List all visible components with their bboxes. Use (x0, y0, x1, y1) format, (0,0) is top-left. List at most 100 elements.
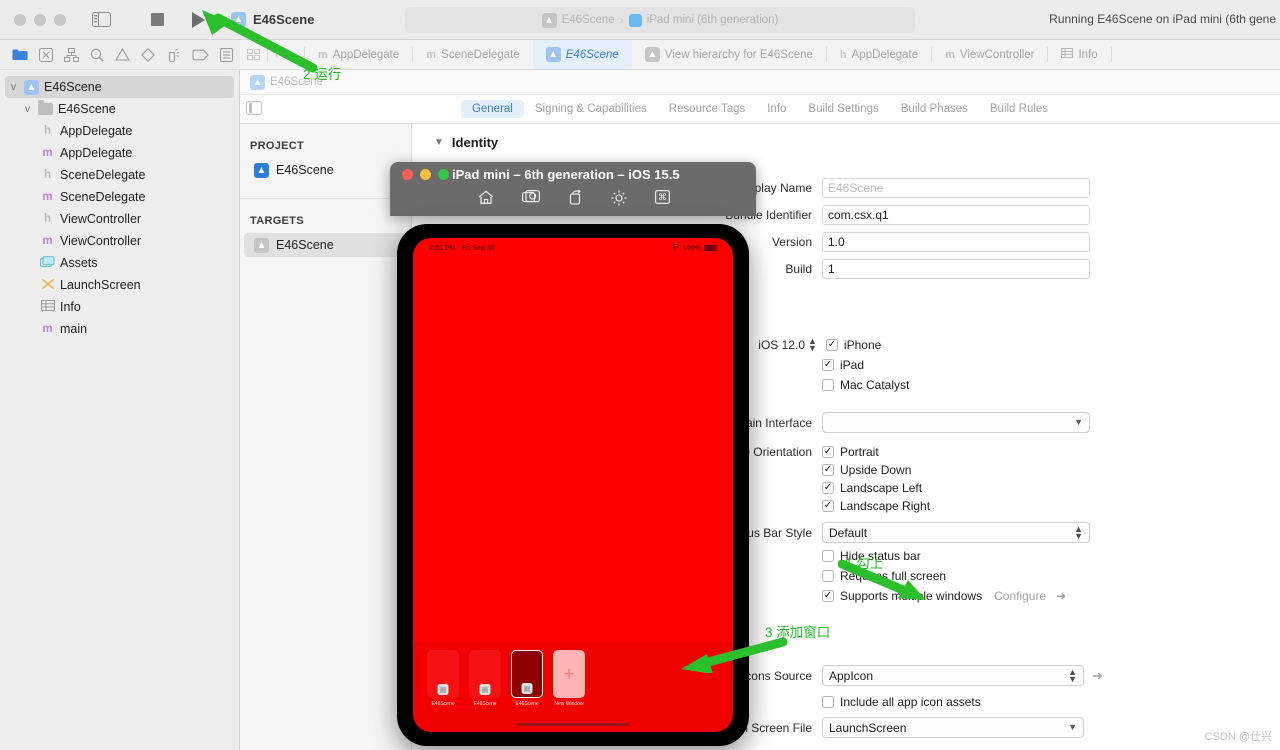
bundle-identifier-input[interactable]: com.csx.q1 (822, 205, 1090, 225)
device-iphone-checkbox-row[interactable]: ✓ iPhone (825, 338, 882, 352)
window-card[interactable]: ▦ (427, 650, 459, 698)
app-icons-goto-icon[interactable]: ➜ (1092, 668, 1103, 684)
app-icons-source-select[interactable]: AppIcon ▲ ▼ (822, 665, 1084, 686)
stepper-icon[interactable]: ▲ ▼ (808, 337, 817, 353)
checkbox-include-all-app-icon-assets[interactable] (822, 696, 834, 708)
status-bar-style-select[interactable]: Default ▲ ▼ (822, 522, 1090, 543)
editor-tab-label: E46Scene (565, 48, 619, 61)
device-mac-catalyst-checkbox-row[interactable]: Mac Catalyst (822, 378, 909, 392)
orientation-landscape-left-row[interactable]: ✓ Landscape Left (822, 481, 922, 495)
configure-arrow-icon[interactable]: ➜ (1056, 589, 1066, 603)
tree-item-group[interactable]: v E46Scene (0, 98, 239, 120)
checkbox-ipad[interactable]: ✓ (822, 359, 834, 371)
include-all-icons-row[interactable]: Include all app icon assets (822, 695, 981, 709)
debug-navigator-icon[interactable] (166, 48, 181, 62)
symbol-navigator-icon[interactable] (64, 47, 79, 62)
switcher-new-window-item[interactable]: + New Window (553, 650, 585, 707)
device-iphone-label: iPhone (843, 338, 882, 352)
switcher-card-item[interactable]: ▦ E46Scene (469, 650, 501, 707)
tree-item-file[interactable]: m SceneDelegate (0, 186, 239, 208)
window-card[interactable]: ▦ (469, 650, 501, 698)
tree-item-file[interactable]: h SceneDelegate (0, 164, 239, 186)
close-window-button[interactable] (14, 13, 26, 26)
tree-item-file[interactable]: m AppDelegate (0, 142, 239, 164)
version-input[interactable]: 1.0 (822, 232, 1090, 252)
stop-icon[interactable] (151, 13, 164, 26)
switcher-card-item[interactable]: ▦ E46Scene (427, 650, 459, 707)
new-window-card[interactable]: + (553, 650, 585, 698)
display-name-input[interactable]: E46Scene (822, 178, 1090, 198)
tree-item-file[interactable]: h ViewController (0, 208, 239, 230)
identity-section-header[interactable]: ▼ Identity (412, 124, 1280, 150)
stepper-icon[interactable]: ▲ ▼ (1068, 667, 1077, 683)
tab-build-phases[interactable]: Build Phases (890, 100, 979, 118)
project-section-header: PROJECT (250, 140, 305, 152)
checkbox-mac-catalyst[interactable] (822, 379, 834, 391)
find-navigator-icon[interactable] (90, 48, 104, 62)
screenshot-icon[interactable] (522, 190, 540, 211)
sidebar-toggle-icon[interactable] (92, 12, 111, 27)
build-input[interactable]: 1 (822, 259, 1090, 279)
tree-item-project[interactable]: v ▲ E46Scene (5, 76, 234, 98)
tab-build-settings[interactable]: Build Settings (797, 100, 889, 118)
checkbox-hide-status-bar[interactable] (822, 550, 834, 562)
device-ipad-checkbox-row[interactable]: ✓ iPad (822, 358, 864, 372)
project-list-item[interactable]: ▲ E46Scene (244, 158, 407, 182)
brightness-icon[interactable] (611, 190, 627, 211)
editor-tab-viewcontroller-m[interactable]: m ViewController (932, 40, 1047, 69)
checkbox-iphone[interactable]: ✓ (825, 339, 838, 351)
orientation-upside-down-row[interactable]: ✓ Upside Down (822, 463, 911, 477)
tab-signing-capabilities[interactable]: Signing & Capabilities (524, 100, 658, 118)
minimize-window-button[interactable] (34, 13, 46, 26)
tab-info[interactable]: Info (756, 100, 797, 118)
disclosure-icon[interactable]: v (22, 104, 33, 115)
home-icon[interactable] (478, 190, 494, 211)
checkbox-upside-down[interactable]: ✓ (822, 464, 834, 476)
target-list-item[interactable]: ▲ E46Scene (244, 233, 407, 257)
checkbox-portrait[interactable]: ✓ (822, 446, 834, 458)
simulator-minimize-button[interactable] (420, 169, 431, 180)
tree-item-file[interactable]: Info (0, 296, 239, 318)
header-file-icon: h (43, 169, 52, 181)
orientation-landscape-right-row[interactable]: ✓ Landscape Right (822, 499, 930, 513)
rotate-icon[interactable] (568, 189, 583, 211)
tree-item-file[interactable]: Assets (0, 252, 239, 274)
simulator-zoom-button[interactable] (438, 169, 449, 180)
window-card-selected[interactable]: ▦ (511, 650, 543, 698)
simulator-close-button[interactable] (402, 169, 413, 180)
configure-link[interactable]: Configure (994, 589, 1046, 603)
checkbox-landscape-left[interactable]: ✓ (822, 482, 834, 494)
editor-tab-appdelegate-h[interactable]: h AppDelegate (827, 40, 931, 69)
editor-tab-info[interactable]: Info (1048, 40, 1110, 69)
editor-tab-scenedelegate-m[interactable]: m SceneDelegate (413, 40, 532, 69)
tree-item-file[interactable]: LaunchScreen (0, 274, 239, 296)
launch-screen-file-select[interactable]: LaunchScreen ▼ (822, 717, 1084, 738)
tab-build-rules[interactable]: Build Rules (979, 100, 1059, 118)
source-control-navigator-icon[interactable] (39, 47, 53, 62)
tab-resource-tags[interactable]: Resource Tags (658, 100, 757, 118)
disclosure-icon[interactable]: v (8, 82, 19, 93)
tree-item-file[interactable]: m ViewController (0, 230, 239, 252)
project-sidebar-toggle-icon[interactable] (246, 101, 262, 115)
chevron-down-icon[interactable]: ▼ (434, 137, 444, 148)
tree-item-file[interactable]: h AppDelegate (0, 120, 239, 142)
stepper-icon[interactable]: ▲ ▼ (1074, 524, 1083, 540)
keyboard-icon[interactable]: ⌘ (655, 190, 671, 211)
editor-tab-view-hierarchy[interactable]: ▲ View hierarchy for E46Scene (632, 40, 826, 69)
test-navigator-icon[interactable] (141, 47, 155, 62)
editor-tab-e46scene-project[interactable]: ▲ E46Scene (532, 40, 632, 69)
zoom-window-button[interactable] (54, 13, 66, 26)
checkbox-requires-full-screen[interactable] (822, 570, 834, 582)
tab-general[interactable]: General (460, 100, 524, 118)
checkbox-supports-multiple-windows[interactable]: ✓ (822, 590, 834, 602)
issue-navigator-icon[interactable] (115, 48, 130, 61)
annotation-label-new-window: 3 添加窗口 (765, 625, 831, 640)
checkbox-landscape-right[interactable]: ✓ (822, 500, 834, 512)
switcher-card-item[interactable]: ▦ E46Scene (511, 650, 543, 707)
activity-project-name: E46Scene (561, 14, 615, 26)
tree-item-file[interactable]: m main (0, 318, 239, 340)
main-interface-select[interactable]: ▼ (822, 412, 1090, 433)
project-navigator-icon[interactable] (12, 48, 28, 61)
status-date: Fri Sep 30 (461, 244, 495, 252)
orientation-portrait-row[interactable]: ✓ Portrait (822, 445, 879, 459)
